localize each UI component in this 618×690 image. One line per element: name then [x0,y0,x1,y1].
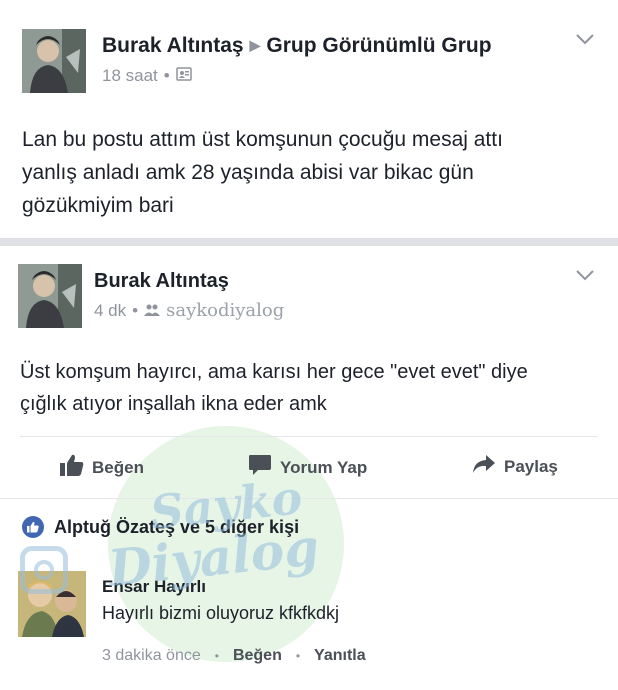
post-text-line: gözükmiyim bari [22,194,174,217]
author-name[interactable]: Burak Altıntaş [94,270,229,293]
camera-logo-icon [20,546,68,594]
comment-label: Yorum Yap [280,457,368,477]
post-text-line: Lan bu postu attım üst komşunun çocuğu m… [22,128,503,151]
reactions-summary[interactable]: Alptuğ Özateş ve 5 diğer kişi [22,516,299,538]
arrow-right-icon: ▶ [249,37,261,53]
avatar[interactable] [22,29,86,93]
comment-text: Hayırlı bizmi oluyoruz kfkfkdkj [102,603,340,623]
dot-separator: • [132,300,139,320]
author-name[interactable]: Burak Altıntaş [102,34,244,57]
comment-author[interactable]: Ensar Hayırlı [102,577,206,597]
comment-footer: 3 dakika önce • Beğen • Yanıtla [102,647,366,665]
friends-icon [144,301,161,321]
post-time[interactable]: 18 saat [102,66,158,86]
post-card-2: Burak Altıntaş 4 dk • saykodiyalog Üst k… [0,246,618,690]
divider [0,498,618,499]
post-text-line: çığlık atıyor inşallah ikna eder amk [20,393,327,415]
comment-icon [248,454,272,481]
avatar[interactable] [18,264,82,328]
comment-like-link[interactable]: Beğen [233,647,282,665]
comment-reply-link[interactable]: Yanıtla [314,647,366,665]
post-text-line: Üst komşum hayırcı, ama karısı her gece … [20,361,528,383]
like-label: Beğen [92,457,144,477]
comment-time[interactable]: 3 dakika önce [102,647,201,665]
share-label: Paylaş [504,456,558,476]
post-text-line: yanlış anladı amk 28 yaşında abisi var b… [22,161,474,184]
thumbs-up-icon [60,454,84,481]
divider [20,436,598,437]
watermark-label: saykodiyalog [166,300,285,321]
dot-separator: • [163,66,170,85]
comment-button[interactable]: Yorum Yap [248,454,367,481]
chevron-down-icon[interactable] [575,268,595,282]
group-name[interactable]: Grup Görünümlü Grup [266,34,491,57]
post-time[interactable]: 4 dk [94,301,126,321]
reactions-text: Alptuğ Özateş ve 5 diğer kişi [54,516,300,537]
post-meta: 18 saat • [102,66,192,86]
post-header: Burak Altıntaş ▶ Grup Görünümlü Grup [102,34,492,58]
dot-separator: • [214,649,219,663]
like-button[interactable]: Beğen [60,454,144,481]
like-reaction-icon [22,516,44,538]
post-text: Lan bu postu attım üst komşunun çocuğu m… [22,123,503,222]
chevron-down-icon[interactable] [575,32,595,46]
group-audience-icon [175,66,192,86]
share-icon [472,454,496,479]
share-button[interactable]: Paylaş [472,454,558,479]
post-card-1: Burak Altıntaş ▶ Grup Görünümlü Grup 18 sa… [0,0,618,238]
feed-separator [0,238,618,246]
dot-separator: • [295,649,301,663]
post-text: Üst komşum hayırcı, ama karısı her gece … [20,356,528,420]
post-meta: 4 dk • saykodiyalog [94,300,284,321]
